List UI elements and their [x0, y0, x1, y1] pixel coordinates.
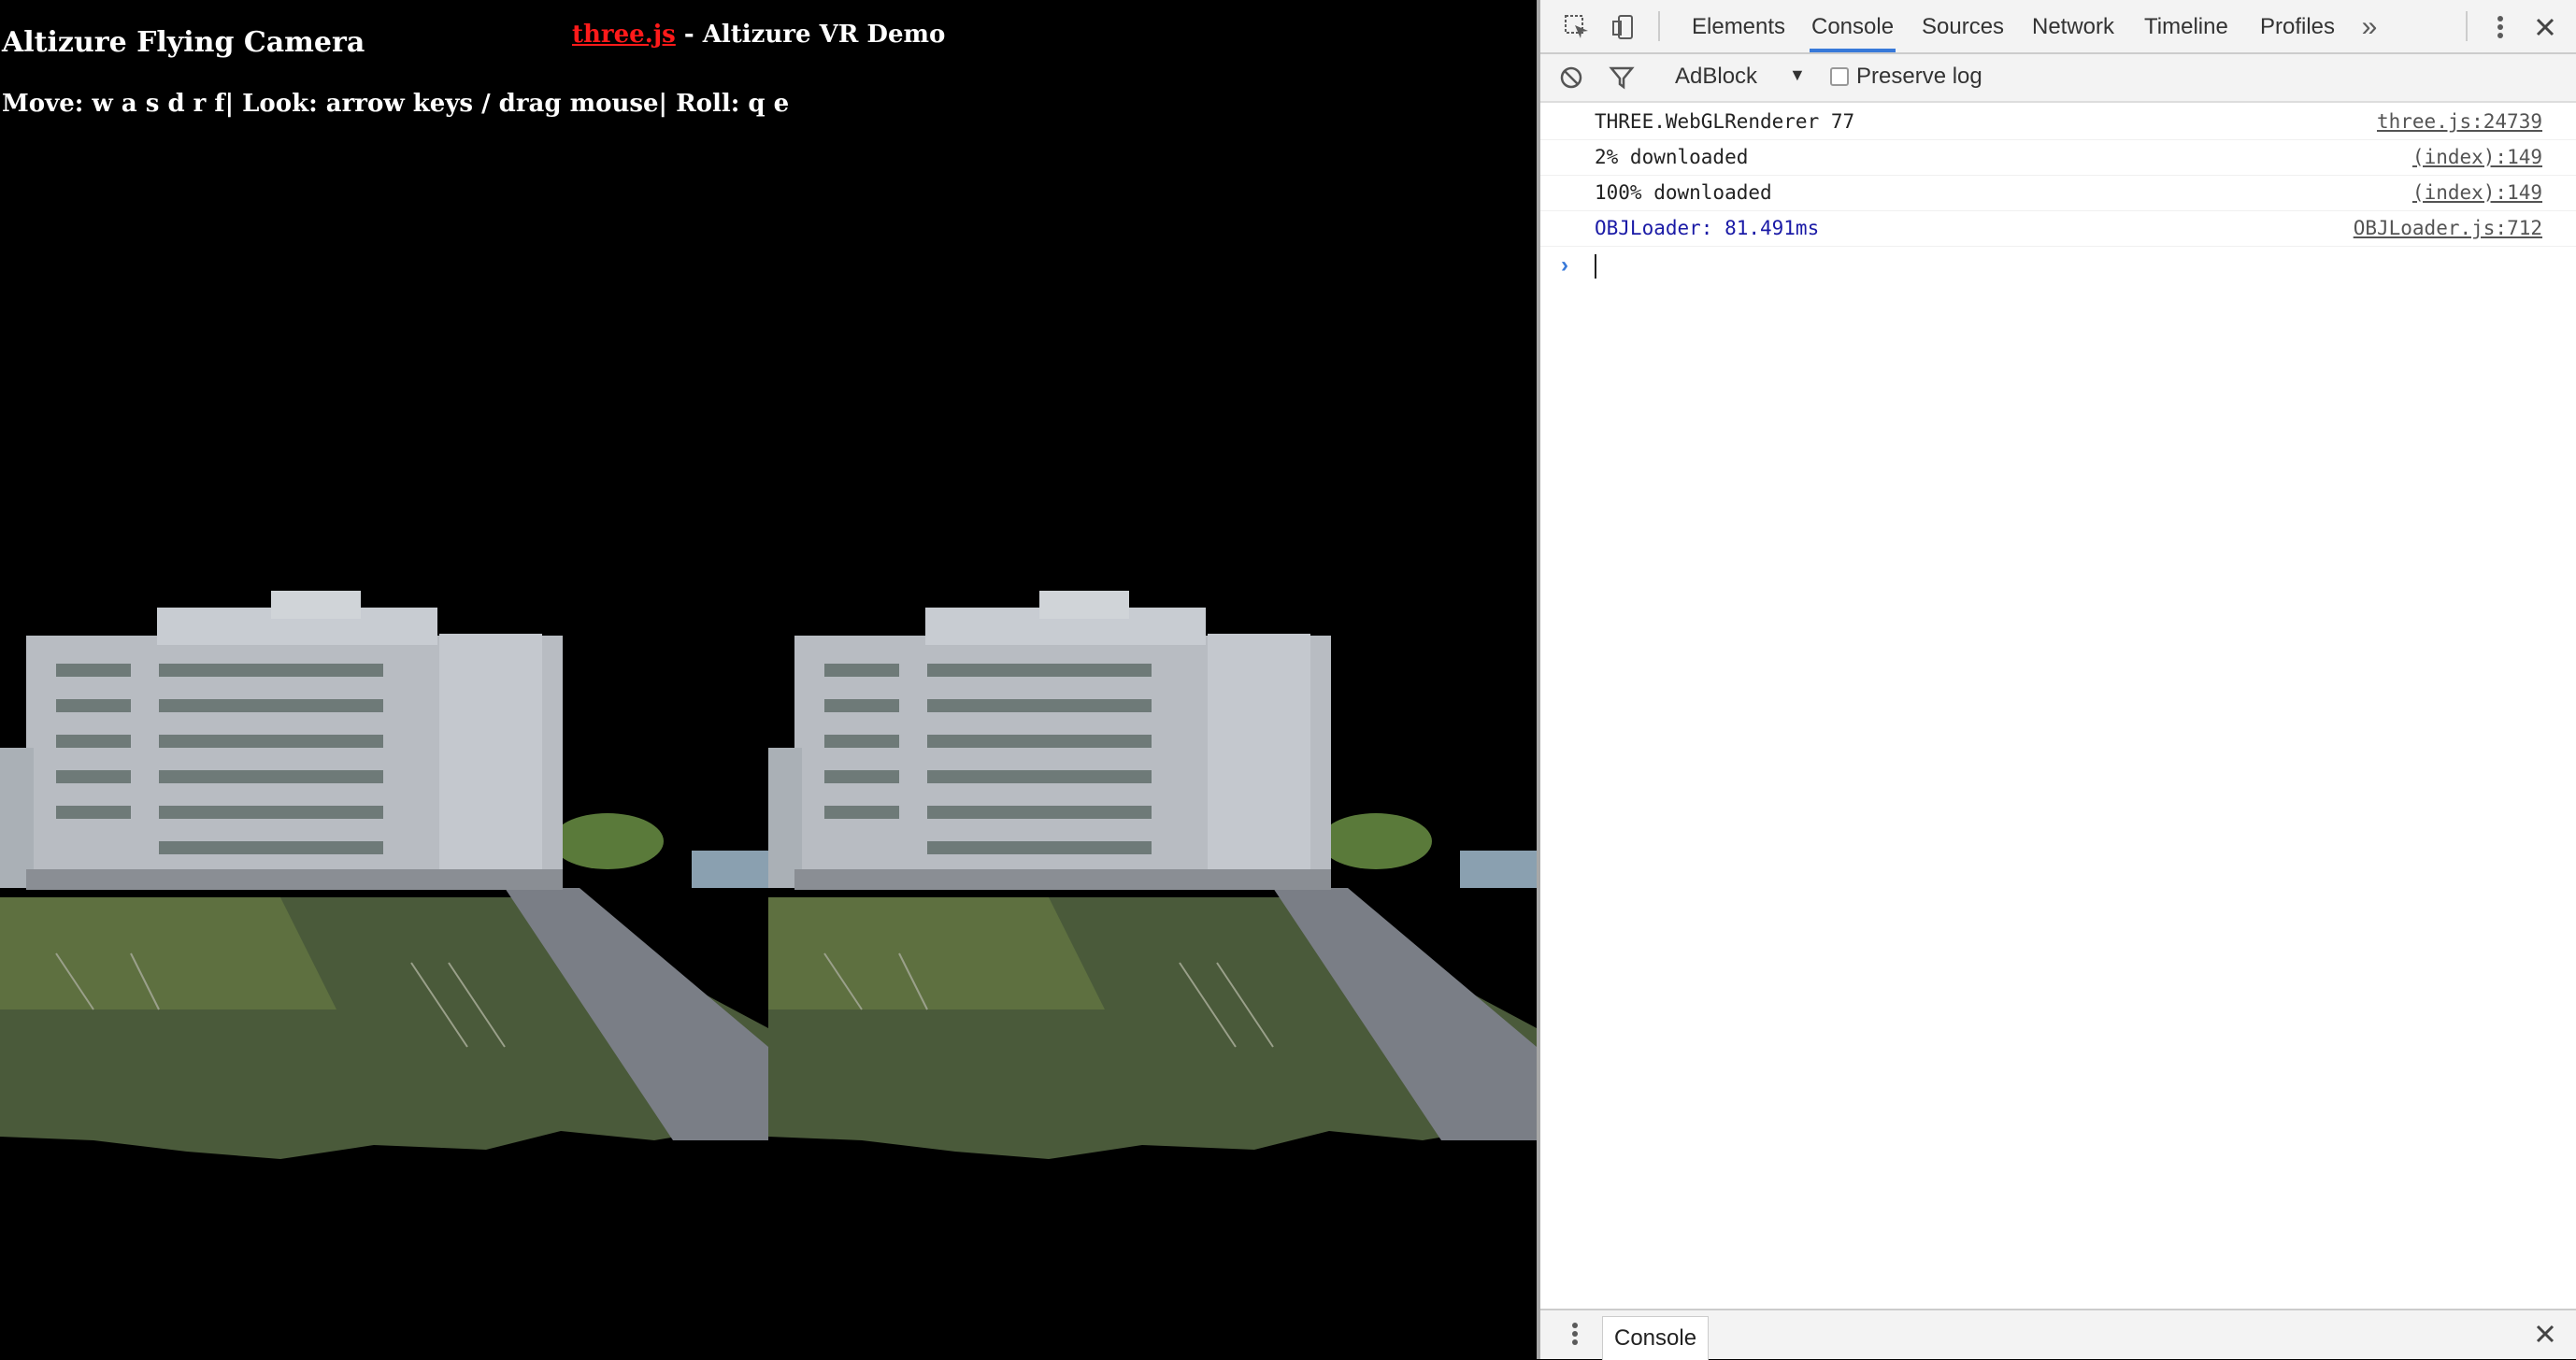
message-text: 100% downloaded	[1595, 181, 1772, 204]
stereo-view-left	[0, 523, 768, 1196]
preserve-log-label: Preserve log	[1856, 64, 1982, 89]
tab-timeline[interactable]: Timeline	[2142, 0, 2230, 52]
source-link[interactable]: (index):149	[2412, 181, 2542, 204]
console-message: THREE.WebGLRenderer 77 three.js:24739	[1540, 105, 2576, 140]
prompt-chevron-icon: ›	[1561, 252, 1568, 278]
source-link[interactable]: three.js:24739	[2377, 110, 2542, 133]
source-link[interactable]: OBJLoader.js:712	[2354, 217, 2542, 239]
console-message: 100% downloaded (index):149	[1540, 176, 2576, 211]
tab-elements[interactable]: Elements	[1690, 0, 1787, 52]
console-toolbar: AdBlock ▼ Preserve log	[1540, 54, 2576, 103]
devtools-panel: Elements Console Sources Network Timelin…	[1537, 0, 2576, 1360]
webgl-viewport[interactable]: Altizure Flying Camera three.js - Altizu…	[0, 0, 1537, 1359]
preserve-log-checkbox[interactable]	[1830, 67, 1849, 86]
scene-title: Altizure Flying Camera	[2, 26, 365, 59]
console-log: THREE.WebGLRenderer 77 three.js:24739 2%…	[1540, 105, 2576, 284]
tab-console[interactable]: Console	[1810, 0, 1896, 52]
source-link[interactable]: (index):149	[2412, 146, 2542, 168]
console-prompt[interactable]: ›	[1540, 247, 2576, 284]
drawer-tab-console[interactable]: Console	[1602, 1316, 1710, 1360]
demo-subtitle: - Altizure VR Demo	[675, 21, 946, 49]
tab-network[interactable]: Network	[2030, 0, 2116, 52]
close-icon[interactable]	[2529, 11, 2561, 43]
device-mode-icon[interactable]	[1608, 11, 1639, 43]
inspect-element-icon[interactable]	[1561, 11, 1593, 43]
message-text: 2% downloaded	[1595, 146, 1749, 168]
kebab-menu-icon[interactable]	[2484, 11, 2516, 43]
devtools-tabbar: Elements Console Sources Network Timelin…	[1540, 0, 2576, 54]
filter-icon[interactable]	[1606, 62, 1638, 93]
console-message: 2% downloaded (index):149	[1540, 140, 2576, 176]
tab-sources[interactable]: Sources	[1920, 0, 2006, 52]
controls-help: Move: w a s d r f| Look: arrow keys / dr…	[2, 90, 790, 118]
threejs-link[interactable]: three.js	[572, 21, 676, 49]
dropdown-triangle-icon[interactable]: ▼	[1789, 65, 1806, 85]
context-selector[interactable]: AdBlock	[1675, 64, 1757, 90]
preserve-log-toggle[interactable]: Preserve log	[1830, 64, 1982, 90]
tab-profiles[interactable]: Profiles	[2258, 0, 2337, 52]
stereo-view-right	[768, 523, 1537, 1196]
devtools-drawer: Console	[1540, 1309, 2576, 1360]
top-info: three.js - Altizure VR Demo	[572, 21, 945, 49]
message-text: THREE.WebGLRenderer 77	[1595, 110, 1855, 133]
text-cursor	[1595, 254, 1596, 279]
kebab-menu-icon[interactable]	[1559, 1318, 1591, 1350]
message-text: OBJLoader: 81.491ms	[1595, 217, 1820, 239]
close-icon[interactable]	[2529, 1318, 2561, 1350]
clear-console-icon[interactable]	[1555, 62, 1587, 93]
console-message: OBJLoader: 81.491ms OBJLoader.js:712	[1540, 211, 2576, 247]
double-chevron-right-icon[interactable]: »	[2354, 11, 2385, 43]
